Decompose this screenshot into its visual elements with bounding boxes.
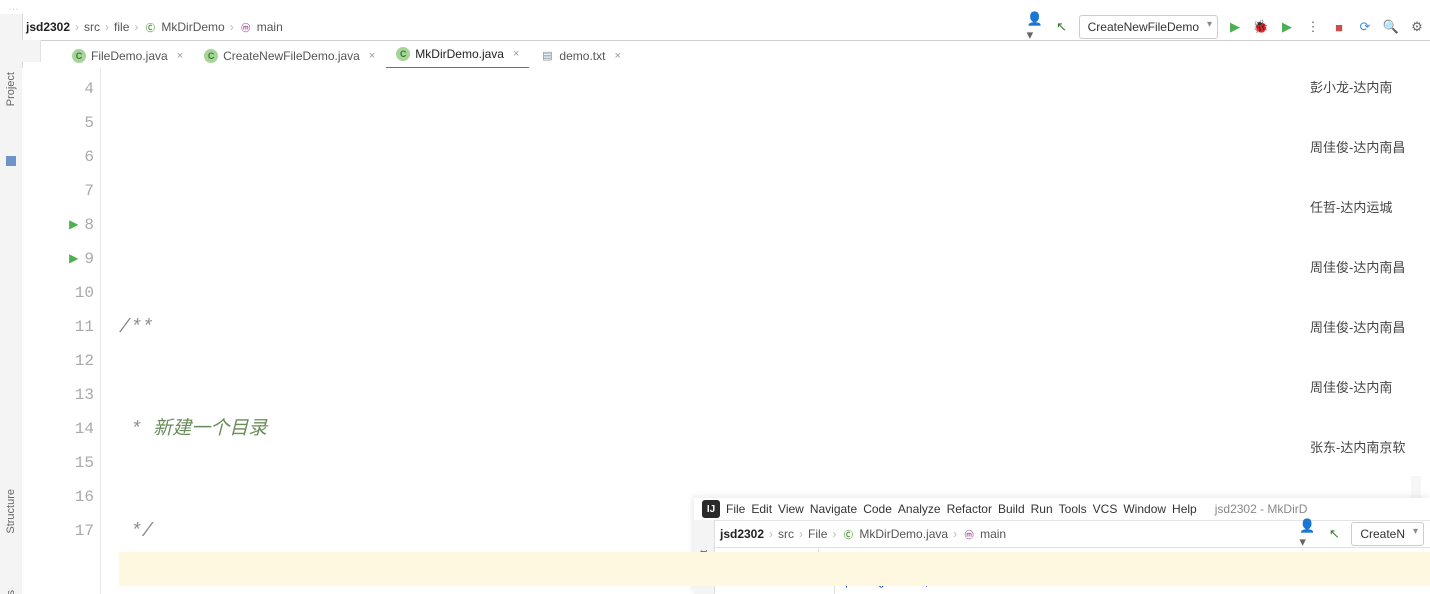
favorites-tool-button[interactable]: vorites: [5, 582, 17, 594]
class-icon: Ⓒ: [143, 20, 157, 34]
chevron-icon: ›: [105, 20, 109, 34]
bc-project[interactable]: jsd2302: [26, 20, 70, 34]
profile-button[interactable]: ⋮: [1304, 18, 1322, 36]
code-area[interactable]: /** * 新建一个目录 */ public class MkDirDemo {…: [101, 68, 1430, 594]
class-icon: C: [204, 49, 218, 63]
list-item[interactable]: 任哲-达内运城: [1310, 176, 1430, 236]
tab-mkdirdemo[interactable]: CMkDirDemo.java×: [386, 40, 530, 70]
class-icon: C: [396, 47, 410, 61]
text-file-icon: ▤: [540, 49, 554, 63]
list-item[interactable]: 周佳俊-达内南: [1310, 356, 1430, 416]
editor-tabs: CFileDemo.java× CCreateNewFileDemo.java×…: [22, 41, 1430, 70]
back-arrow-icon[interactable]: ↖: [1053, 18, 1071, 36]
tab-createnewfiledemo[interactable]: CCreateNewFileDemo.java×: [194, 42, 386, 69]
debug-button[interactable]: 🐞: [1252, 18, 1270, 36]
bc-method[interactable]: main: [257, 20, 283, 34]
run-configuration-combo[interactable]: CreateNewFileDemo: [1079, 15, 1218, 39]
gutter: 4 5 6 7 ▶8 ▶9 10 11 12 13 14 15 16 17: [22, 68, 101, 594]
toolbar-right: 👤▾ ↖ CreateNewFileDemo ▶ 🐞 ▶ ⋮ ■ ⟳ 🔍 ⚙: [1027, 15, 1426, 39]
bc-class[interactable]: MkDirDemo: [161, 20, 224, 34]
structure-tool-button[interactable]: Structure: [5, 481, 17, 542]
chevron-icon: ›: [75, 20, 79, 34]
main-menubar-partial: …: [0, 0, 1430, 14]
project-tool-button[interactable]: Project: [5, 64, 17, 114]
user-add-icon[interactable]: 👤▾: [1027, 18, 1045, 36]
settings-icon[interactable]: ⚙: [1408, 18, 1426, 36]
breadcrumbs[interactable]: jsd2302 › src › file › Ⓒ MkDirDemo › ⓜ main: [26, 20, 283, 34]
close-icon[interactable]: ×: [513, 48, 519, 60]
close-icon[interactable]: ×: [614, 50, 620, 62]
run-gutter-icon[interactable]: ▶: [69, 242, 78, 276]
stop-button[interactable]: ■: [1330, 18, 1348, 36]
bc-src[interactable]: src: [84, 20, 100, 34]
list-item[interactable]: 周佳俊-达内南昌: [1310, 236, 1430, 296]
chevron-icon: ›: [230, 20, 234, 34]
tab-filedemo[interactable]: CFileDemo.java×: [62, 42, 194, 69]
list-item[interactable]: 周佳俊-达内南昌: [1310, 116, 1430, 176]
tab-demo-txt[interactable]: ▤demo.txt×: [530, 42, 631, 69]
navigation-bar: jsd2302 › src › file › Ⓒ MkDirDemo › ⓜ main 👤▾…: [22, 14, 1430, 41]
method-icon: ⓜ: [239, 20, 253, 34]
left-tool-strip: Project Structure vorites: [0, 14, 23, 594]
list-item[interactable]: 彭小龙-达内南: [1310, 56, 1430, 116]
chevron-icon: ›: [134, 20, 138, 34]
run-gutter-icon[interactable]: ▶: [69, 208, 78, 242]
search-everywhere-icon[interactable]: 🔍: [1382, 18, 1400, 36]
close-icon[interactable]: ×: [369, 50, 375, 62]
bc-package[interactable]: file: [114, 20, 129, 34]
update-button[interactable]: ⟳: [1356, 18, 1374, 36]
class-icon: C: [72, 49, 86, 63]
editor[interactable]: 4 5 6 7 ▶8 ▶9 10 11 12 13 14 15 16 17 /*…: [22, 68, 1430, 594]
coverage-button[interactable]: ▶: [1278, 18, 1296, 36]
project-icon: [6, 156, 16, 166]
close-icon[interactable]: ×: [177, 50, 183, 62]
run-button[interactable]: ▶: [1226, 18, 1244, 36]
